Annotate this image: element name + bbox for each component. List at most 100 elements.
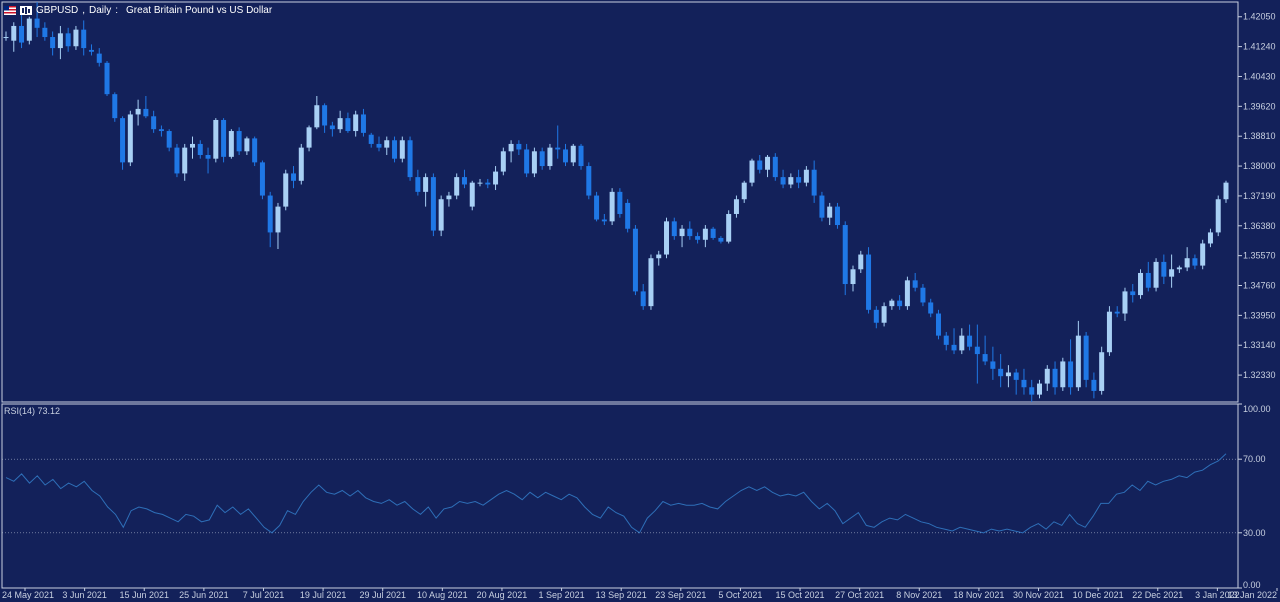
candle-body bbox=[687, 228, 693, 237]
candle-body bbox=[57, 33, 63, 49]
candle-body bbox=[594, 195, 600, 220]
candle-body bbox=[555, 147, 561, 150]
candle-body bbox=[65, 33, 71, 47]
candle-body bbox=[788, 177, 794, 185]
candle-body bbox=[617, 191, 623, 214]
candle-body bbox=[461, 177, 467, 185]
date-axis-label: 10 Aug 2021 bbox=[417, 590, 468, 600]
candle-body bbox=[780, 177, 786, 185]
candle-body bbox=[834, 206, 840, 226]
date-axis-label: 23 Sep 2021 bbox=[655, 590, 706, 600]
candle-body bbox=[26, 18, 32, 41]
candle-body bbox=[625, 202, 631, 229]
candle-body bbox=[1021, 379, 1027, 388]
candle-body bbox=[244, 138, 250, 152]
candle-body bbox=[189, 143, 195, 148]
candle-body bbox=[228, 131, 234, 157]
candle-body bbox=[415, 177, 421, 192]
candle-body bbox=[998, 368, 1004, 377]
candle-body bbox=[974, 346, 980, 355]
candle-body bbox=[1145, 272, 1151, 288]
date-axis-label: 25 Jun 2021 bbox=[179, 590, 229, 600]
price-axis-label: 1.41240 bbox=[1243, 42, 1276, 52]
candle-body bbox=[197, 143, 203, 155]
candle-body bbox=[1223, 182, 1229, 200]
candle-body bbox=[757, 160, 763, 170]
candle-body bbox=[881, 306, 887, 323]
date-axis-label: 3 Jun 2021 bbox=[62, 590, 107, 600]
candle-body bbox=[291, 173, 297, 181]
candle-body bbox=[1091, 379, 1097, 391]
candle-body bbox=[1176, 267, 1182, 270]
date-axis-label: 15 Oct 2021 bbox=[776, 590, 825, 600]
candle-body bbox=[656, 254, 662, 259]
price-axis-label: 1.32330 bbox=[1243, 370, 1276, 380]
date-axis-label: 29 Jul 2021 bbox=[359, 590, 406, 600]
candle-body bbox=[3, 37, 9, 39]
candle-body bbox=[967, 335, 973, 347]
candle-body bbox=[1013, 372, 1019, 380]
candle-body bbox=[259, 162, 265, 196]
candle-body bbox=[446, 195, 452, 200]
candle-body bbox=[671, 221, 677, 237]
rsi-indicator-label: RSI(14) 73.12 bbox=[4, 406, 60, 416]
candle-body bbox=[772, 156, 778, 178]
candle-body bbox=[1153, 261, 1159, 288]
candle-body bbox=[858, 254, 864, 270]
candle-body bbox=[314, 105, 320, 128]
description-label: Great Britain Pound vs US Dollar bbox=[126, 4, 273, 16]
candle-body bbox=[1005, 372, 1011, 377]
candle-body bbox=[1138, 272, 1144, 296]
candle-body bbox=[469, 182, 475, 207]
candle-body bbox=[679, 228, 685, 237]
date-axis-label: 8 Nov 2021 bbox=[896, 590, 942, 600]
rsi-axis-label: 70.00 bbox=[1243, 454, 1266, 464]
candle-body bbox=[376, 143, 382, 148]
candle-body bbox=[889, 300, 895, 307]
candle-body bbox=[1044, 368, 1050, 384]
candle-body bbox=[959, 335, 965, 351]
date-axis-label: 20 Aug 2021 bbox=[477, 590, 528, 600]
candle-body bbox=[695, 236, 701, 240]
candle-body bbox=[710, 228, 716, 238]
candle-body bbox=[112, 94, 118, 119]
candle-body bbox=[1200, 243, 1206, 266]
candle-body bbox=[104, 62, 110, 95]
candle-body bbox=[166, 131, 172, 148]
candle-body bbox=[811, 169, 817, 196]
candle-body bbox=[392, 140, 398, 159]
candle-body bbox=[803, 169, 809, 183]
date-axis-label: 15 Jun 2021 bbox=[119, 590, 169, 600]
candle-body bbox=[702, 228, 708, 240]
candle-body bbox=[1037, 383, 1043, 395]
timeframe-label: Daily bbox=[89, 4, 112, 16]
price-axis-label: 1.33950 bbox=[1243, 310, 1276, 320]
candle-body bbox=[749, 160, 755, 183]
candle-body bbox=[796, 177, 802, 183]
chart-root: 1.42050 1.41240 1.40430 1.39620 1.38810 1.380… bbox=[0, 0, 1280, 602]
price-axis-label: 1.37190 bbox=[1243, 191, 1276, 201]
chart-canvas[interactable]: 1.42050 1.41240 1.40430 1.39620 1.38810 1.380… bbox=[0, 0, 1280, 602]
date-axis-label: 13 Jan 2022 bbox=[1227, 590, 1277, 600]
candle-body bbox=[430, 177, 436, 231]
candle-body bbox=[1060, 361, 1066, 388]
candle-body bbox=[360, 114, 366, 133]
candle-body bbox=[741, 182, 747, 200]
candle-body bbox=[609, 191, 615, 222]
candle-body bbox=[151, 116, 157, 130]
candle-body bbox=[640, 291, 646, 307]
date-axis-label: 30 Nov 2021 bbox=[1013, 590, 1064, 600]
candle-body bbox=[182, 147, 188, 174]
candle-body bbox=[912, 280, 918, 288]
price-axis-label: 1.38000 bbox=[1243, 161, 1276, 171]
candle-body bbox=[850, 269, 856, 285]
candle-body bbox=[306, 127, 312, 148]
candlestick-mode-icon[interactable] bbox=[20, 5, 32, 15]
candle-body bbox=[733, 199, 739, 214]
gbp-flag-icon bbox=[4, 5, 16, 15]
candle-body bbox=[345, 118, 351, 132]
candle-body bbox=[19, 25, 25, 43]
candle-body bbox=[819, 195, 825, 218]
candle-body bbox=[11, 25, 17, 41]
price-axis-label: 1.34760 bbox=[1243, 281, 1276, 291]
